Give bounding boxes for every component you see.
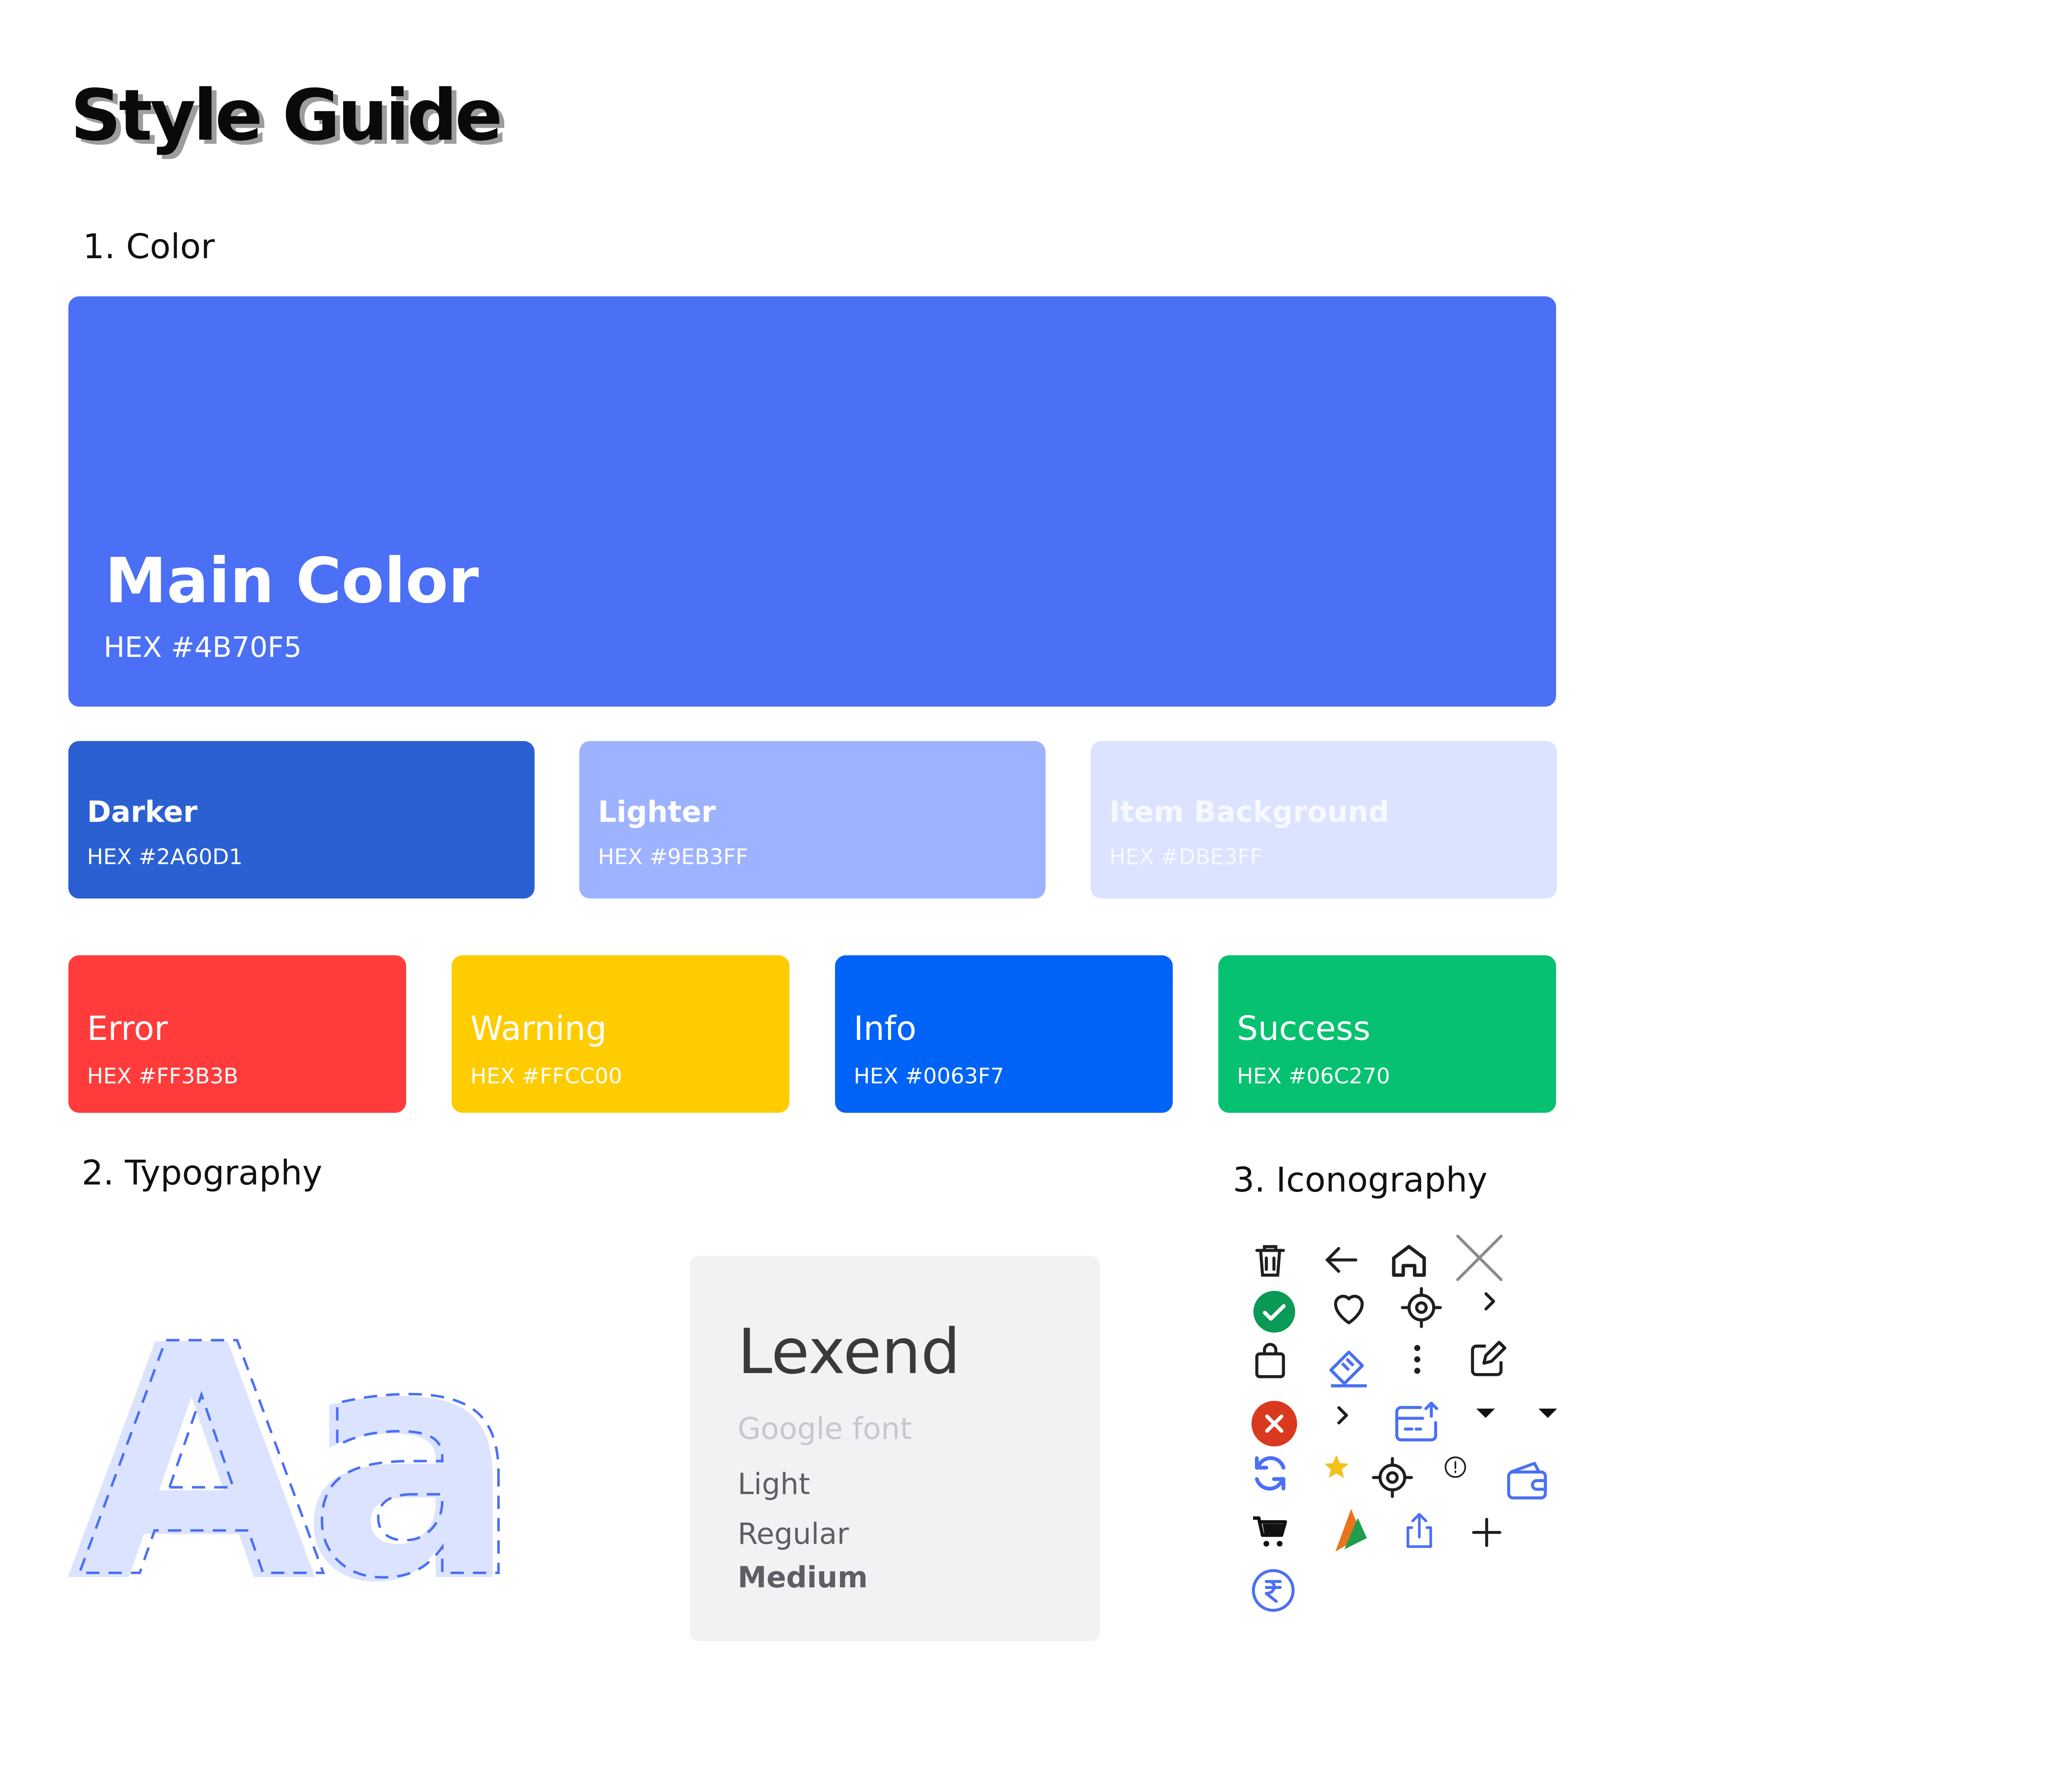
page-title-text: Style Guide <box>70 75 503 157</box>
info-circle-icon[interactable] <box>1443 1455 1468 1480</box>
swatch-hex: HEX #FF3B3B <box>87 1064 239 1089</box>
trash-icon[interactable] <box>1247 1237 1293 1283</box>
shopping-bag-icon[interactable] <box>1247 1339 1293 1384</box>
star-icon[interactable] <box>1322 1453 1351 1482</box>
arrow-left-icon[interactable] <box>1318 1237 1363 1283</box>
font-card: Lexend Google font Light Regular Medium <box>690 1256 1100 1641</box>
glyph-outline: Aa <box>78 1303 507 1594</box>
swatch-name: Success <box>1237 1009 1371 1048</box>
swatch-hex: HEX #4B70F5 <box>104 631 302 664</box>
home-icon[interactable] <box>1386 1237 1432 1283</box>
refresh-icon[interactable] <box>1247 1451 1293 1496</box>
swatch-lighter: Lighter HEX #9EB3FF <box>579 741 1046 899</box>
locate-icon[interactable] <box>1399 1285 1444 1330</box>
card-upload-icon[interactable] <box>1390 1397 1442 1448</box>
section-heading-color: 1. Color <box>83 227 215 266</box>
swatch-darker: Darker HEX #2A60D1 <box>68 741 535 899</box>
coupon-icon[interactable] <box>1322 1339 1376 1393</box>
swatch-name: Info <box>854 1009 917 1048</box>
chevron-right-icon[interactable] <box>1320 1393 1365 1438</box>
swatch-name: Error <box>87 1009 168 1048</box>
wallet-icon[interactable] <box>1502 1455 1554 1507</box>
swatch-hex: HEX #FFCC00 <box>470 1064 622 1089</box>
caret-down-icon[interactable] <box>1529 1395 1566 1432</box>
heart-icon[interactable] <box>1326 1285 1372 1330</box>
check-circle-icon <box>1251 1289 1297 1335</box>
rupee-circle-icon[interactable] <box>1249 1567 1297 1614</box>
swatch-name: Warning <box>470 1009 607 1048</box>
share-icon[interactable] <box>1397 1509 1442 1554</box>
swatch-success: Success HEX #06C270 <box>1218 955 1556 1113</box>
swatch-hex: HEX #2A60D1 <box>87 845 243 870</box>
font-weight-medium: Medium <box>738 1560 868 1594</box>
error-circle-icon <box>1249 1399 1299 1448</box>
chevron-right-icon[interactable] <box>1467 1279 1513 1324</box>
typography-sample-glyphs: Aa Aa <box>66 1275 543 1653</box>
swatch-info: Info HEX #0063F7 <box>835 955 1173 1113</box>
section-heading-typography: 2. Typography <box>82 1153 322 1193</box>
swatch-item-background: Item Background HEX #DBE3FF <box>1091 741 1557 899</box>
font-weight-regular: Regular <box>738 1517 849 1551</box>
swatch-hex: HEX #06C270 <box>1237 1064 1390 1089</box>
more-vertical-icon[interactable] <box>1394 1337 1440 1382</box>
page-title: Style Guide Style Guide <box>70 75 568 178</box>
swatch-hex: HEX #0063F7 <box>854 1064 1005 1089</box>
font-name: Lexend <box>738 1316 961 1388</box>
swatch-hex: HEX #9EB3FF <box>598 845 748 870</box>
close-large-icon[interactable] <box>1450 1229 1508 1287</box>
bank-logo-icon <box>1322 1504 1376 1558</box>
font-weight-light: Light <box>738 1467 810 1501</box>
swatch-warning: Warning HEX #FFCC00 <box>452 955 789 1113</box>
swatch-error: Error HEX #FF3B3B <box>68 955 406 1113</box>
swatch-name: Main Color <box>105 545 479 617</box>
locate-icon[interactable] <box>1370 1455 1415 1500</box>
swatch-hex: HEX #DBE3FF <box>1109 845 1263 870</box>
swatch-name: Item Background <box>1109 795 1389 829</box>
plus-icon[interactable] <box>1467 1513 1506 1552</box>
section-heading-iconography: 3. Iconography <box>1233 1160 1488 1200</box>
cart-icon[interactable] <box>1247 1509 1293 1554</box>
edit-icon[interactable] <box>1465 1337 1510 1382</box>
swatch-name: Darker <box>87 795 198 829</box>
swatch-name: Lighter <box>598 795 716 829</box>
caret-down-icon[interactable] <box>1467 1395 1504 1432</box>
swatch-main-color: Main Color HEX #4B70F5 <box>68 296 1556 707</box>
font-source: Google font <box>738 1411 912 1446</box>
